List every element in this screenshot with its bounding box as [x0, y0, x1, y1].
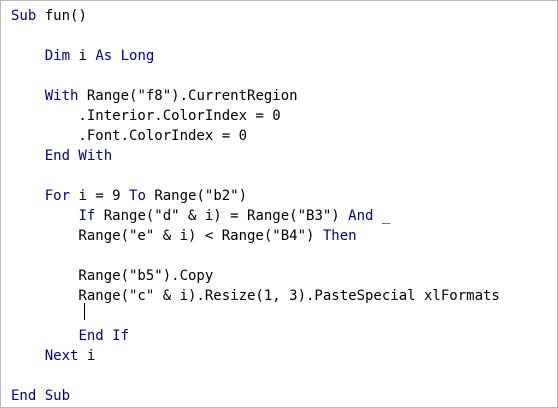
text-cursor	[84, 303, 85, 320]
code-line[interactable]: Range("e" & i) < Range("B4") Then	[11, 226, 357, 246]
code-keyword: Then	[322, 228, 357, 244]
code-line[interactable]: Range("b5").Copy	[11, 266, 213, 286]
code-keyword: With	[44, 88, 79, 104]
code-text: .Font.ColorIndex = 0	[11, 128, 248, 144]
code-keyword: End With	[44, 148, 113, 164]
code-line[interactable]: Dim i As Long	[11, 46, 155, 66]
code-text: Range("d" & i) = Range("B3")	[95, 208, 349, 224]
vba-code-editor[interactable]: Sub fun() Dim i As Long With Range("f8")…	[0, 0, 558, 408]
code-line[interactable]: End If	[11, 326, 129, 346]
code-line[interactable]: End Sub	[11, 386, 70, 406]
code-text: i	[78, 348, 96, 364]
code-line[interactable]: For i = 9 To Range("b2")	[11, 186, 247, 206]
code-keyword: Dim	[44, 48, 71, 64]
code-line[interactable]: Sub fun()	[11, 6, 87, 26]
code-text: fun()	[36, 8, 87, 24]
code-keyword: If	[78, 208, 96, 224]
code-keyword: For	[44, 188, 71, 204]
code-line[interactable]: Next i	[11, 346, 96, 366]
code-text: .Interior.ColorIndex = 0	[11, 108, 281, 124]
code-text: Range("b2")	[145, 188, 248, 204]
code-line[interactable]: With Range("f8").CurrentRegion	[11, 86, 298, 106]
code-keyword: And	[348, 208, 374, 224]
code-keyword: Sub	[11, 8, 37, 24]
code-text: i = 9	[70, 188, 130, 204]
code-line[interactable]: .Interior.ColorIndex = 0	[11, 106, 281, 126]
code-text: Range("f8").CurrentRegion	[78, 88, 298, 104]
code-keyword: Next	[44, 348, 79, 364]
code-line[interactable]: If Range("d" & i) = Range("B3") And _	[11, 206, 390, 226]
code-text: Range("c" & i).Resize(1, 3).PasteSpecial…	[11, 288, 500, 304]
code-line[interactable]: End With	[11, 146, 112, 166]
code-text: Range("e" & i) < Range("B4")	[11, 228, 323, 244]
code-line[interactable]: .Font.ColorIndex = 0	[11, 126, 247, 146]
code-keyword: As	[95, 48, 113, 64]
code-text: _	[373, 208, 391, 224]
code-text: i	[70, 48, 96, 64]
code-keyword: To	[129, 188, 146, 204]
code-text: Range("b5").Copy	[11, 268, 214, 284]
code-keyword: End If	[78, 328, 130, 344]
code-keyword: Long	[120, 48, 155, 64]
code-keyword: End Sub	[11, 388, 71, 404]
